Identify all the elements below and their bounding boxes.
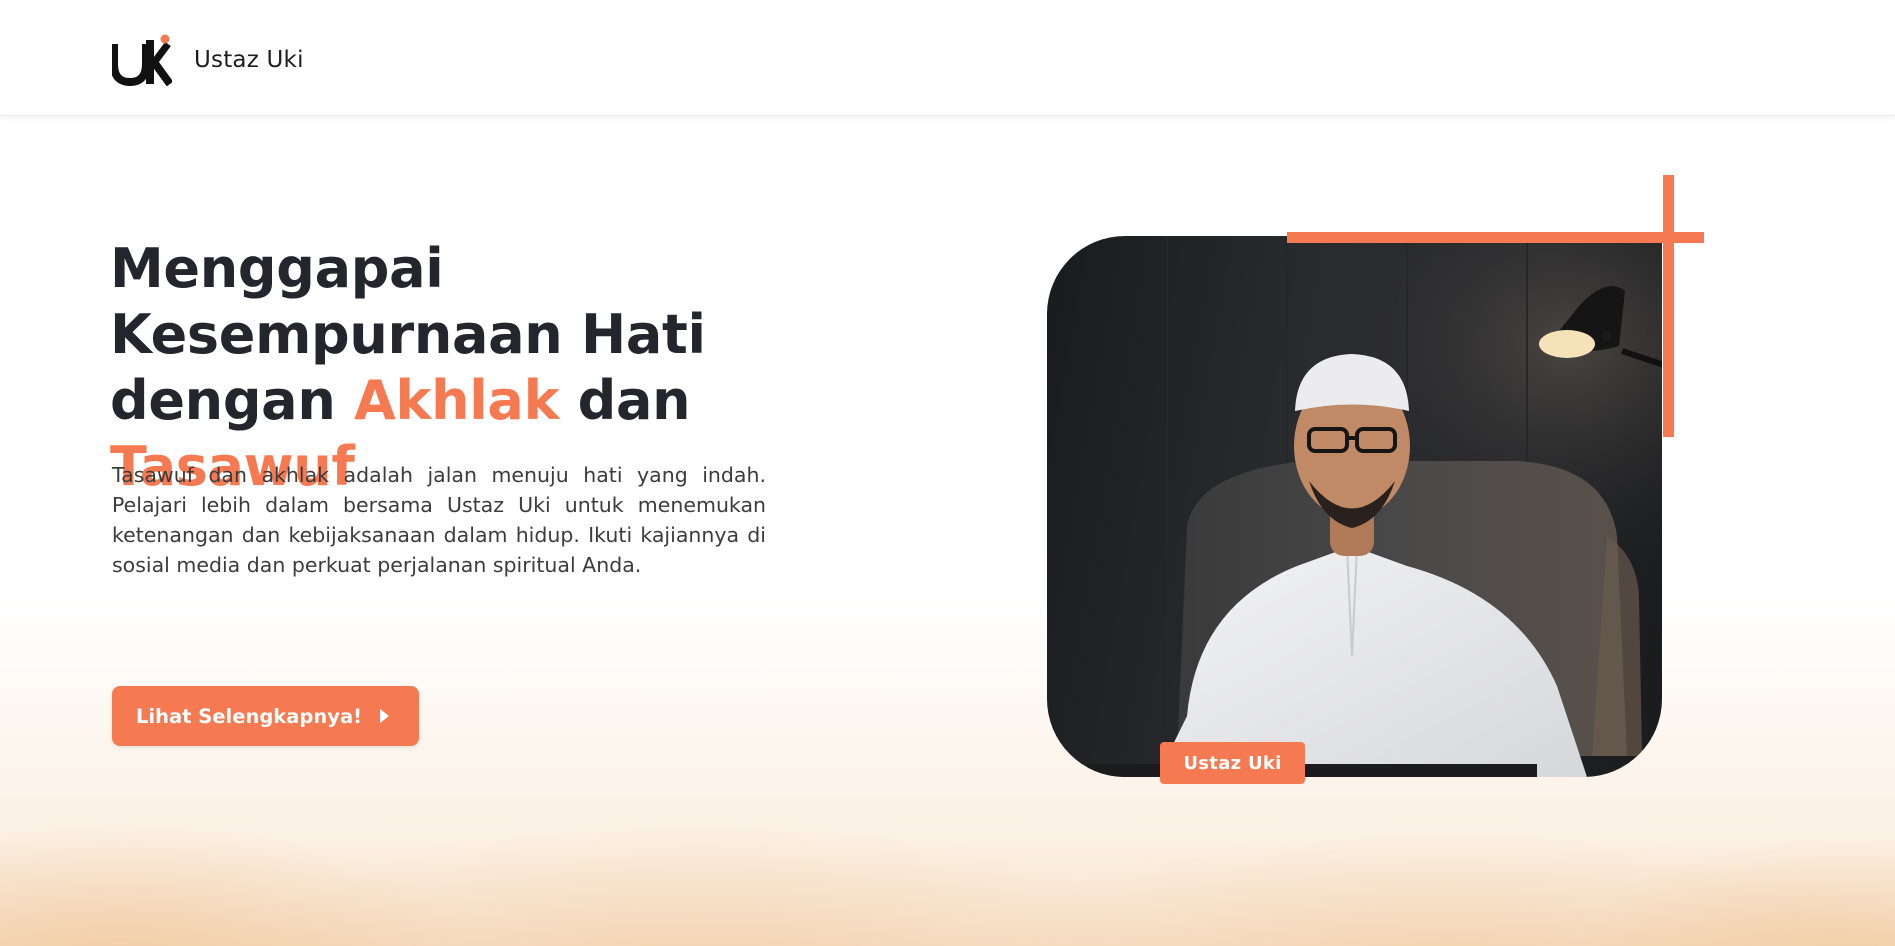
- site-header: Ustaz Uki: [0, 0, 1895, 116]
- caret-right-icon: [380, 709, 390, 723]
- hero-title-part2: dan: [559, 369, 691, 432]
- portrait-name-tag: Ustaz Uki: [1160, 742, 1305, 784]
- uk-logo-icon[interactable]: [110, 34, 174, 87]
- see-more-label: Lihat Selengkapnya!: [136, 704, 363, 728]
- see-more-button[interactable]: Lihat Selengkapnya!: [112, 686, 419, 746]
- ustaz-portrait-photo: [1047, 236, 1662, 777]
- decorative-vertical-bar: [1663, 175, 1674, 437]
- decorative-horizontal-bar: [1287, 232, 1704, 243]
- brand-name[interactable]: Ustaz Uki: [194, 47, 304, 73]
- hero-description: Tasawuf dan akhlak adalah jalan menuju h…: [112, 463, 766, 577]
- hero-title-accent-akhlak: Akhlak: [353, 369, 560, 432]
